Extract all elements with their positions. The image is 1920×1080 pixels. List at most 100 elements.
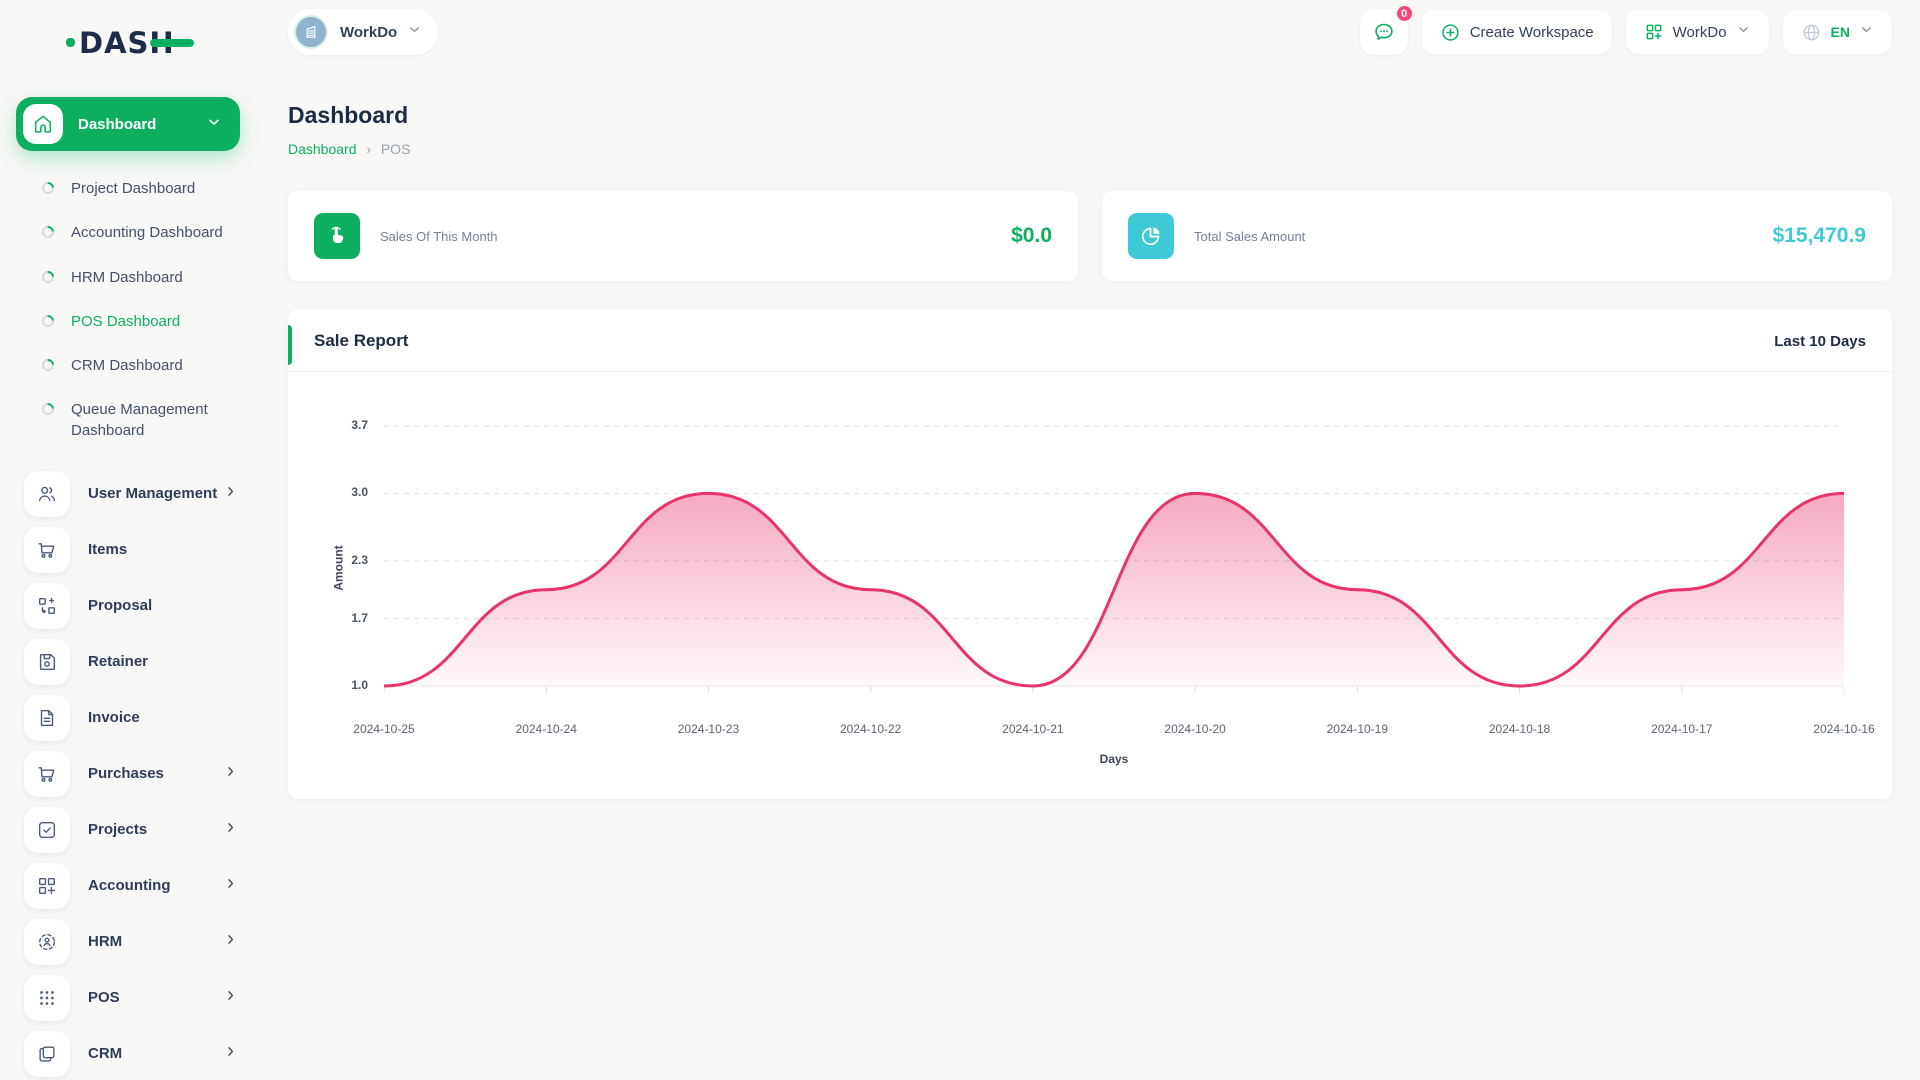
area-chart-svg — [382, 425, 1846, 693]
chevron-right-icon: › — [366, 141, 371, 157]
sidebar-subitem-accounting-dashboard[interactable]: Accounting Dashboard — [39, 211, 256, 255]
sidebar-item-proposal[interactable]: Proposal — [24, 582, 238, 629]
chevron-down-icon — [1736, 22, 1751, 42]
chevron-right-icon — [223, 764, 238, 784]
y-axis-tick-label: 3.7 — [351, 418, 368, 432]
sidebar-item-dashboard[interactable]: Dashboard — [16, 97, 240, 151]
workspace-switcher-label: WorkDo — [1672, 23, 1727, 41]
x-axis-tick-label: 2024-10-19 — [1326, 722, 1389, 736]
sidebar-item-label: Accounting — [88, 877, 171, 895]
sidebar-subitem-label: Queue Management Dashboard — [71, 401, 208, 439]
stat-value: $15,470.9 — [1772, 224, 1866, 247]
sidebar-subitem-label: Project Dashboard — [71, 180, 196, 197]
chart-range-label: Last 10 Days — [1774, 332, 1866, 350]
chevron-right-icon — [223, 988, 238, 1008]
check-square-icon — [24, 806, 70, 853]
messages-button[interactable]: 0 — [1359, 4, 1414, 55]
sidebar-subitem-label: CRM Dashboard — [71, 357, 183, 374]
sidebar-item-label: Invoice — [88, 709, 140, 727]
breadcrumb-dashboard-link[interactable]: Dashboard — [288, 141, 357, 157]
sidebar-item-label: User Management — [88, 485, 218, 503]
globe-icon — [1803, 24, 1819, 40]
sidebar-item-hrm[interactable]: HRM — [24, 918, 238, 965]
squares-icon — [24, 1030, 70, 1077]
chevron-down-icon — [1859, 22, 1874, 42]
x-axis-tick-label: 2024-10-23 — [677, 722, 740, 736]
x-axis-tick-label: 2024-10-22 — [839, 722, 902, 736]
dashboard-submenu: Project Dashboard Accounting Dashboard HRM… — [39, 167, 256, 453]
home-icon — [23, 104, 63, 144]
main-content: Dashboard Dashboard › POS Sales Of This … — [288, 0, 1920, 799]
cart-icon — [24, 526, 70, 573]
sidebar-subitem-label: HRM Dashboard — [71, 268, 183, 286]
y-axis-tick-label: 2.3 — [351, 552, 368, 567]
sidebar-item-user-management[interactable]: User Management — [24, 470, 238, 517]
stat-label: Total Sales Amount — [1194, 228, 1306, 244]
chart-title: Sale Report — [314, 331, 409, 350]
x-axis-tick-label: 2024-10-18 — [1488, 722, 1551, 736]
x-axis-tick-label: 2024-10-21 — [1002, 722, 1064, 736]
create-workspace-button[interactable]: Create Workspace — [1421, 10, 1612, 54]
user-focus-icon — [24, 918, 70, 965]
chevron-right-icon — [223, 876, 238, 896]
language-button[interactable]: EN — [1782, 10, 1892, 54]
area-chart: 3.7 3.0 2.3 1.7 1.0 — [351, 416, 1846, 716]
stat-value: $0.0 — [1011, 224, 1052, 247]
stat-card-total-sales-amount: Total Sales Amount $15,470.9 — [1102, 191, 1892, 281]
sidebar-item-label: Retainer — [88, 653, 149, 671]
bullet-icon — [39, 356, 57, 374]
sidebar-item-label: Projects — [88, 821, 148, 839]
chevron-right-icon — [223, 1044, 238, 1064]
top-header: WorkDo 0 Create Workspace WorkDo EN — [288, 4, 1892, 56]
sidebar-item-invoice[interactable]: Invoice — [24, 694, 238, 741]
bullet-icon — [39, 179, 57, 197]
page-title: Dashboard — [288, 102, 409, 128]
invoice-icon — [24, 694, 70, 741]
breadcrumb-current: POS — [380, 141, 411, 157]
y-axis-tick-label: 1.0 — [351, 678, 368, 692]
workspace-avatar — [294, 15, 328, 49]
sidebar-item-projects[interactable]: Projects — [24, 806, 238, 853]
workspace-button[interactable]: WorkDo — [288, 9, 439, 55]
pie-icon — [1128, 213, 1174, 259]
x-axis-labels: 2024-10-25 2024-10-24 2024-10-23 2024-10-22… — [353, 722, 1874, 742]
sidebar-item-accounting[interactable]: Accounting — [24, 862, 238, 909]
sidebar-item-label: HRM — [88, 933, 123, 951]
workspace-label: WorkDo — [340, 23, 398, 41]
sale-report-card: Sale Report Last 10 Days Amount 3.7 3.0 2.… — [288, 309, 1892, 799]
x-axis-title: Days — [1099, 752, 1129, 766]
grid-plus-icon — [24, 862, 70, 909]
chevron-right-icon — [223, 932, 238, 952]
sidebar-subitem-project-dashboard[interactable]: Project Dashboard — [39, 167, 256, 211]
sidebar-item-label: Items — [88, 541, 128, 559]
create-workspace-label: Create Workspace — [1469, 23, 1594, 41]
sidebar-item-pos[interactable]: POS — [24, 974, 238, 1021]
sidebar-subitem-crm-dashboard[interactable]: CRM Dashboard — [39, 344, 256, 388]
sidebar-item-crm[interactable]: CRM — [24, 1030, 238, 1077]
sidebar-item-retainer[interactable]: Retainer — [24, 638, 238, 685]
card-accent-bar — [288, 325, 292, 365]
breadcrumb: Dashboard › POS — [288, 141, 1920, 157]
bullet-icon — [39, 268, 57, 285]
workspace-switcher-button[interactable]: WorkDo — [1625, 10, 1769, 54]
y-axis-tick-label: 1.7 — [351, 610, 368, 625]
x-axis-tick-label: 2024-10-20 — [1164, 722, 1226, 736]
sidebar-subitem-pos-dashboard[interactable]: POS Dashboard — [39, 300, 256, 344]
sidebar-subitem-queue-management-dashboard[interactable]: Queue Management Dashboard — [39, 388, 256, 453]
sidebar-item-label: Proposal — [88, 597, 153, 615]
sidebar-subitem-hrm-dashboard[interactable]: HRM Dashboard — [39, 256, 256, 300]
stat-card-sales-of-this-month: Sales Of This Month $0.0 — [288, 191, 1078, 281]
save-icon — [24, 638, 70, 685]
dots-grid-icon — [24, 974, 70, 1021]
grid-plus-icon — [1646, 24, 1662, 40]
sidebar-item-purchases[interactable]: Purchases — [24, 750, 238, 797]
messages-count-badge: 0 — [1394, 4, 1414, 23]
bullet-icon — [39, 223, 57, 241]
x-axis-tick-label: 2024-10-17 — [1651, 722, 1713, 736]
sidebar-item-items[interactable]: Items — [24, 526, 238, 573]
sidebar: DASH Dashboard Project Dashboard Accounti… — [0, 0, 256, 1080]
chevron-down-icon — [407, 22, 422, 42]
users-icon — [24, 470, 70, 517]
proposal-icon — [24, 582, 70, 629]
tap-icon — [314, 213, 360, 259]
